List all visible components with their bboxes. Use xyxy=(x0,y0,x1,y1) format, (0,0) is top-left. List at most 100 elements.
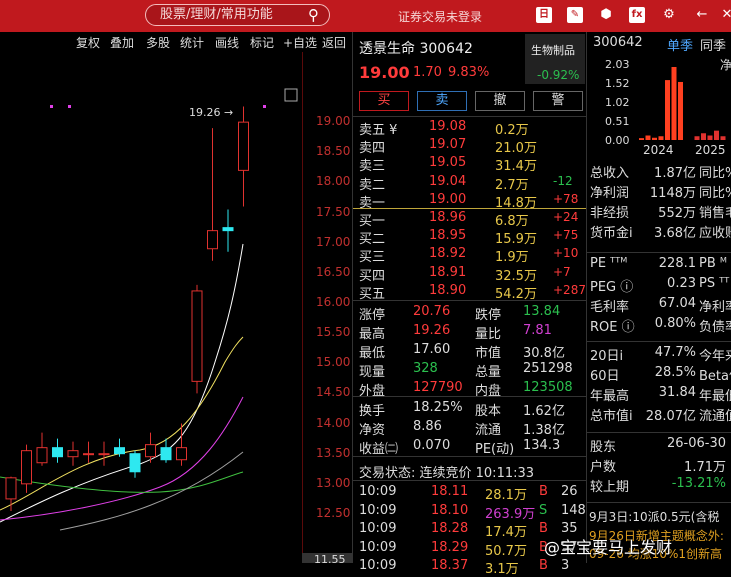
back-icon[interactable]: ← xyxy=(694,7,710,23)
buy-button[interactable]: 买 xyxy=(359,91,409,111)
stat-key: 总量 xyxy=(475,365,502,380)
book-divider xyxy=(353,208,587,209)
stat-value: 19.26 xyxy=(413,323,451,338)
candle-body xyxy=(176,447,187,461)
tick-side: B xyxy=(539,484,548,499)
dividend-note[interactable]: 9月3日:10派0.5元(含税 xyxy=(589,508,719,525)
book-row[interactable]: 买四 18.91 32.5万 +7 xyxy=(353,265,587,284)
info-row: 较上期 -13.21% xyxy=(587,476,731,495)
info-extra: 净利率 xyxy=(699,300,731,315)
bar xyxy=(652,137,657,140)
info-extra: 流通值 xyxy=(699,409,731,424)
tick-side: S xyxy=(539,502,548,518)
book-volume: 15.9万 xyxy=(495,232,537,248)
login-status[interactable]: 证券交易未登录 xyxy=(398,8,482,25)
candle-body xyxy=(98,453,110,456)
trade-status: 交易状态: 连续竞价 10:11:33 xyxy=(359,466,535,481)
cube-icon[interactable]: ⬢ xyxy=(598,7,614,23)
tick-row[interactable]: 10:09 18.37 3.1万 B 3 xyxy=(353,558,587,577)
quote-panel: 透景生命 300642 生物制品 -0.92% 19.00 1.70 9.83%… xyxy=(352,32,587,577)
book-row[interactable]: 卖三 19.05 31.4万 xyxy=(353,155,587,175)
stat-key: 流通 xyxy=(475,423,502,438)
stat-key: 最高 xyxy=(359,327,386,342)
info-extra: 应收账 xyxy=(699,226,731,241)
top-bar: 股票/理财/常用功能 ⚲ 证券交易未登录 日 ✎ ⬢ fx ⚙ ← ✕ xyxy=(0,0,731,32)
info-value: 228.1 xyxy=(658,256,696,271)
stat-value: 30.8亿 xyxy=(523,346,565,361)
info-value: 28.07亿 xyxy=(645,409,696,424)
info-key: 净利润 xyxy=(590,186,630,201)
book-row[interactable]: 买三 18.92 1.9万 +10 xyxy=(353,246,587,266)
tick-count: 148 xyxy=(561,502,586,518)
kline-chart[interactable]: 复权 叠加 多股 统计 画线 标记 +自选 返回 19.26 → 19.00 18… xyxy=(0,32,352,563)
book-price: 18.95 xyxy=(429,228,467,244)
info-key: 20日i xyxy=(590,349,624,364)
tick-row[interactable]: 10:09 18.11 28.1万 B 26 xyxy=(353,484,587,503)
industry-box[interactable]: 生物制品 -0.92% xyxy=(525,34,585,84)
book-label: 买一 xyxy=(359,214,386,229)
last-price: 19.00 xyxy=(359,63,410,82)
info-row: 总收入 1.87亿同比% xyxy=(587,162,731,181)
book-row[interactable]: 卖二 19.04 2.7万 -12 xyxy=(353,174,587,193)
book-volume: 31.4万 xyxy=(495,159,537,175)
book-row[interactable]: 卖四 19.07 21.0万 xyxy=(353,137,587,156)
info-key: 货币金i xyxy=(590,226,633,241)
y-tick-label: 16.50 xyxy=(316,264,351,279)
watermark: @宝宝要马上发财 xyxy=(544,538,673,557)
tick-row[interactable]: 10:09 18.10 263.9万 S 148 xyxy=(353,502,587,522)
close-icon[interactable]: ✕ xyxy=(719,7,731,23)
stat-key: 量比 xyxy=(475,327,502,342)
info-row: 货币金i 3.68亿应收账 xyxy=(587,222,731,241)
search-icon[interactable]: ⚲ xyxy=(308,5,319,25)
search-box[interactable]: 股票/理财/常用功能 ⚲ xyxy=(145,4,330,26)
book-label: 买三 xyxy=(359,250,386,266)
info-row: PE ᵀᵀᴹ 228.1 PB ᴹ xyxy=(587,256,731,274)
industry-name: 生物制品 xyxy=(531,44,575,57)
candle-body xyxy=(238,121,249,171)
formula-icon[interactable]: fx xyxy=(629,7,645,23)
cancel-order-button[interactable]: 撤 xyxy=(475,91,525,111)
info-key: 总市值i xyxy=(590,409,633,424)
info-extra: 销售毛 xyxy=(699,206,731,221)
tick-time: 10:09 xyxy=(359,484,397,499)
alert-button[interactable]: 警 xyxy=(533,91,583,111)
stat-value: 1.38亿 xyxy=(523,423,565,438)
stat-value: 20.76 xyxy=(413,304,451,319)
info-extra: PB ᴹ xyxy=(699,256,727,271)
divider xyxy=(587,252,731,253)
book-label: 卖三 xyxy=(359,159,386,175)
info-key: PEG ⓘ xyxy=(590,280,634,295)
stock-name-code: 透景生命 300642 xyxy=(359,41,473,57)
book-delta: +75 xyxy=(553,228,579,243)
book-row[interactable]: 买一 18.96 6.8万 +24 xyxy=(353,210,587,229)
tick-volume: 17.4万 xyxy=(485,525,527,540)
tick-price: 18.11 xyxy=(431,484,469,499)
info-row: 毛利率 67.04净利率 xyxy=(587,296,731,315)
stat-value: 134.3 xyxy=(523,438,561,453)
tick-price: 18.37 xyxy=(431,558,469,573)
book-row[interactable]: 买二 18.95 15.9万 +75 xyxy=(353,228,587,248)
book-row[interactable]: 卖五 ¥ 19.08 0.2万 xyxy=(353,119,587,138)
stat-value: 8.86 xyxy=(413,419,442,434)
book-volume: 54.2万 xyxy=(495,286,537,302)
stat-key: 现量 xyxy=(359,365,386,380)
tick-volume: 3.1万 xyxy=(485,562,519,577)
tick-time: 10:09 xyxy=(359,539,397,555)
edit-icon[interactable]: ✎ xyxy=(567,7,583,23)
tick-count: 3 xyxy=(561,558,570,573)
gear-icon[interactable]: ⚙ xyxy=(661,7,677,23)
info-extra: 今年来 xyxy=(699,349,731,364)
book-delta: +78 xyxy=(553,191,579,206)
stat-value: 13.84 xyxy=(523,304,561,319)
search-input[interactable]: 股票/理财/常用功能 xyxy=(160,7,273,22)
tick-time: 10:09 xyxy=(359,502,397,518)
book-row[interactable]: 买五 18.90 54.2万 +287 xyxy=(353,283,587,302)
candle-body xyxy=(83,453,94,456)
candle-body xyxy=(114,447,125,455)
stat-value: 18.25% xyxy=(413,400,463,415)
sell-button[interactable]: 卖 xyxy=(417,91,467,111)
candle-body xyxy=(67,450,79,458)
f-box-icon[interactable]: 日 xyxy=(536,7,552,23)
info-value: 31.84 xyxy=(658,385,696,400)
quarterly-bar-chart: 2.03 1.52 1.02 0.51 0.00 2024 2025 xyxy=(605,58,726,157)
